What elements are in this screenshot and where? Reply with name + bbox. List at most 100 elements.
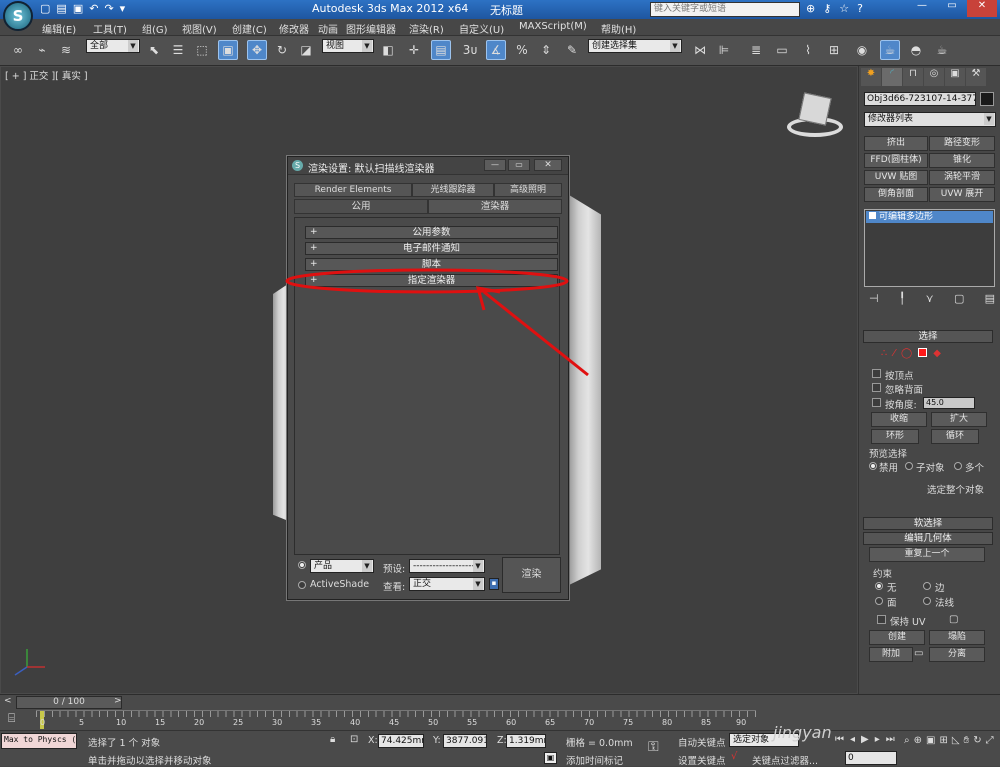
- by-angle-checkbox[interactable]: [872, 398, 881, 407]
- loop-button[interactable]: 循环: [931, 429, 979, 444]
- vertex-icon[interactable]: ∴: [881, 348, 887, 359]
- loop-label: 循环: [945, 431, 964, 441]
- create-tab-icon[interactable]: ✸: [861, 68, 881, 86]
- object-color-swatch[interactable]: [980, 92, 994, 106]
- motion-tab-icon[interactable]: ◎: [924, 68, 944, 86]
- grow-label: 扩大: [949, 414, 968, 424]
- play-icon[interactable]: ▶: [861, 734, 869, 745]
- rollout-soft-selection[interactable]: 软选择: [863, 517, 993, 530]
- track-bar[interactable]: 0 5 10 15 20 25 30 35 40 45 50 55 60 65 …: [36, 710, 756, 730]
- mod-btn-path-deform[interactable]: 路径变形: [929, 136, 995, 151]
- shrink-button[interactable]: 收缩: [871, 412, 927, 427]
- constraint-normal-radio[interactable]: [923, 597, 931, 605]
- constraint-none-radio[interactable]: [875, 582, 883, 590]
- grow-button[interactable]: 扩大: [931, 412, 987, 427]
- mod-btn-uvw-map[interactable]: UVW 贴图: [864, 170, 928, 185]
- chevron-down-icon: ▼: [984, 113, 994, 125]
- y-coord-field[interactable]: 3877.091m: [443, 734, 487, 748]
- constraints-label: 约束: [873, 569, 893, 580]
- key-filters-button[interactable]: 关键点过滤器...: [752, 753, 818, 767]
- mod-btn-ffd-cyl[interactable]: FFD(圆柱体): [864, 153, 928, 168]
- key-filter-icon[interactable]: √: [731, 751, 737, 762]
- go-to-end-icon[interactable]: ⏭: [886, 734, 895, 745]
- add-time-tag[interactable]: 添加时间标记: [566, 753, 623, 767]
- auto-key-button[interactable]: 自动关键点: [678, 735, 726, 749]
- current-frame-field[interactable]: 0: [845, 751, 897, 765]
- detach-button[interactable]: 分离: [929, 647, 985, 662]
- z-coord-field[interactable]: 1.319mm: [506, 734, 546, 748]
- modify-tab-icon[interactable]: ◜: [882, 68, 902, 86]
- absolute-mode-icon[interactable]: ⊡: [350, 734, 358, 745]
- mini-curve-toggle-icon[interactable]: ⌸: [8, 711, 15, 726]
- set-key-button[interactable]: 设置关键点: [678, 753, 726, 767]
- mod-btn-bevel-profile[interactable]: 倒角剖面: [864, 187, 928, 202]
- app-logo-icon[interactable]: S: [3, 1, 33, 31]
- zoom-icon[interactable]: ⌕: [904, 735, 910, 746]
- modifier-list-select[interactable]: 修改器列表 ▼: [864, 112, 996, 127]
- repeat-last-button[interactable]: 重复上一个: [869, 547, 985, 562]
- zoom-all-icon[interactable]: ⊕: [914, 735, 922, 746]
- attach-button[interactable]: 附加: [869, 647, 913, 662]
- modifier-stack[interactable]: 可编辑多边形: [864, 209, 995, 287]
- edge-icon[interactable]: ⁄: [893, 348, 895, 359]
- preserve-uv-checkbox[interactable]: [877, 615, 886, 624]
- object-name-field[interactable]: Obj3d66-723107-14-377: [864, 92, 976, 106]
- mod-btn-turbosmooth[interactable]: 涡轮平滑: [929, 170, 995, 185]
- selection-lock-icon[interactable]: 🔒︎: [330, 734, 335, 745]
- mod-btn-taper[interactable]: 锥化: [929, 153, 995, 168]
- slider-left-arrow[interactable]: <: [4, 696, 12, 706]
- time-tag-icon[interactable]: ▣: [544, 752, 557, 764]
- slider-right-arrow[interactable]: >: [114, 696, 122, 706]
- configure-sets-icon[interactable]: ▤: [985, 292, 995, 305]
- ignore-backfacing-checkbox[interactable]: [872, 383, 881, 392]
- hierarchy-tab-icon[interactable]: ⊓: [903, 68, 923, 86]
- create-button[interactable]: 创建: [869, 630, 925, 645]
- time-slider[interactable]: 0 / 100: [16, 696, 122, 709]
- pan-icon[interactable]: ✋︎: [964, 735, 970, 746]
- polygon-icon[interactable]: [918, 348, 928, 357]
- orbit-icon[interactable]: ↻: [973, 735, 981, 746]
- attach-list-icon[interactable]: ▭: [914, 648, 923, 659]
- display-tab-icon[interactable]: ▣: [945, 68, 965, 86]
- remove-modifier-icon[interactable]: ▢: [954, 292, 964, 305]
- rollout-selection[interactable]: 选择: [863, 330, 993, 343]
- zoom-extents-icon[interactable]: ▣: [926, 735, 935, 746]
- mod-btn-extrude[interactable]: 挤出: [864, 136, 928, 151]
- preview-multi-radio[interactable]: [954, 462, 962, 470]
- object-name-value: Obj3d66-723107-14-377: [867, 94, 976, 104]
- pin-stack-icon[interactable]: ⊣: [869, 292, 879, 305]
- set-key-icon[interactable]: ⚿: [648, 739, 659, 755]
- next-frame-icon[interactable]: ▸: [875, 734, 880, 745]
- constraint-edge-radio[interactable]: [923, 582, 931, 590]
- mod-btn-unwrap-uvw[interactable]: UVW 展开: [929, 187, 995, 202]
- maximize-viewport-icon[interactable]: ⤢: [986, 735, 994, 746]
- preview-off-radio[interactable]: [869, 462, 877, 470]
- prev-frame-icon[interactable]: ◂: [850, 734, 855, 745]
- tick-55: 55: [467, 718, 478, 727]
- tick-30: 30: [272, 718, 283, 727]
- tick-65: 65: [545, 718, 556, 727]
- rollout-edit-geometry[interactable]: 编辑几何体: [863, 532, 993, 545]
- utilities-tab-icon[interactable]: ⚒: [966, 68, 986, 86]
- make-unique-icon[interactable]: ⋎: [926, 292, 934, 305]
- maxscript-listener[interactable]: Max to Physcs (: [1, 733, 77, 749]
- fov-icon[interactable]: ◺: [952, 735, 960, 746]
- stack-expand-icon[interactable]: [869, 212, 876, 219]
- border-icon[interactable]: ◯: [901, 348, 912, 359]
- tick-35: 35: [311, 718, 322, 727]
- stack-item-editable-poly[interactable]: 可编辑多边形: [866, 211, 993, 223]
- preview-subobj-radio[interactable]: [905, 462, 913, 470]
- show-end-result-icon[interactable]: ╿: [899, 292, 906, 305]
- angle-spinner[interactable]: 45.0: [923, 397, 975, 409]
- zoom-extents-all-icon[interactable]: ⊞: [939, 735, 947, 746]
- go-to-start-icon[interactable]: ⏮: [835, 734, 844, 745]
- ring-button[interactable]: 环形: [871, 429, 919, 444]
- stack-item-label: 可编辑多边形: [879, 212, 934, 222]
- collapse-button[interactable]: 塌陷: [929, 630, 985, 645]
- by-vertex-checkbox[interactable]: [872, 369, 881, 378]
- preserve-uv-settings-icon[interactable]: ▢: [949, 614, 958, 625]
- x-coord-field[interactable]: 74.425mm: [378, 734, 424, 748]
- mod-btn-label: FFD(圆柱体): [870, 155, 922, 165]
- constraint-face-radio[interactable]: [875, 597, 883, 605]
- element-icon[interactable]: ◆: [933, 348, 941, 359]
